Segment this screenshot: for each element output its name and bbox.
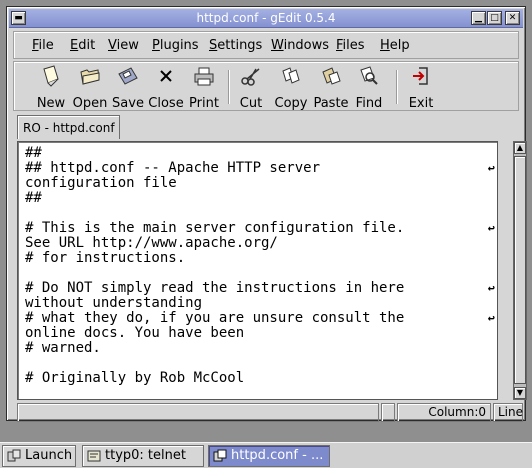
status-bar: Column:0 Line — [17, 403, 523, 423]
close-icon[interactable]: ✕ — [505, 11, 520, 25]
find-label: Find — [355, 96, 383, 111]
editor-content: ## ## httpd.conf -- Apache HTTP server c… — [25, 145, 405, 386]
taskbar-item-telnet[interactable]: ttyp0: telnet — [82, 445, 204, 467]
gedit-window: ▬ httpd.conf - gEdit 0.5.4 ▁ □ ✕ File Ed… — [6, 6, 527, 423]
cut-label: Cut — [239, 96, 263, 111]
title-bar[interactable]: ▬ httpd.conf - gEdit 0.5.4 ▁ □ ✕ — [9, 9, 523, 28]
new-label: New — [36, 96, 66, 111]
menu-files[interactable]: Files — [336, 38, 365, 53]
paste-icon — [322, 67, 341, 85]
line-wrap-icon: ↩ — [487, 311, 495, 325]
launch-button[interactable]: Launch — [2, 445, 76, 467]
print-label: Print — [189, 96, 219, 111]
document-tabs: RO - httpd.conf — [13, 113, 519, 139]
window-title: httpd.conf - gEdit 0.5.4 — [196, 11, 336, 25]
copy-icon — [282, 67, 300, 84]
gedit-window-icon — [213, 449, 227, 462]
telnet-label: ttyp0: telnet — [105, 448, 186, 463]
line-wrap-icon: ↩ — [487, 161, 495, 175]
paste-button[interactable]: Paste — [310, 64, 352, 111]
save-button[interactable]: Save — [110, 64, 146, 111]
find-magnifier-icon — [360, 66, 378, 85]
status-small — [381, 403, 395, 422]
text-editor[interactable]: ## ## httpd.conf -- Apache HTTP server c… — [17, 141, 498, 400]
floppy-disk-icon — [118, 67, 138, 85]
taskbar: Launch ttyp0: telnet httpd.conf - ... — [0, 442, 532, 468]
scroll-up-icon[interactable]: ▲ — [514, 142, 526, 154]
new-button[interactable]: New — [32, 64, 70, 111]
open-label: Open — [72, 96, 108, 111]
menu-plugins[interactable]: Plugins — [152, 38, 199, 53]
toolbar-separator — [228, 70, 230, 104]
menu-file[interactable]: File — [32, 38, 54, 53]
find-button[interactable]: Find — [352, 64, 386, 111]
line-indicator: Line — [493, 403, 523, 422]
menu-help[interactable]: Help — [380, 38, 410, 53]
save-label: Save — [112, 96, 144, 111]
taskbar-item-gedit[interactable]: httpd.conf - ... — [208, 445, 330, 467]
column-indicator: Column:0 — [397, 403, 491, 422]
tab-httpd-conf[interactable]: RO - httpd.conf — [17, 115, 120, 139]
minimize-icon[interactable]: ▁ — [471, 11, 486, 25]
menu-view[interactable]: View — [108, 38, 139, 53]
close-button[interactable]: Close — [146, 64, 186, 111]
maximize-icon[interactable]: □ — [487, 11, 502, 25]
status-message — [17, 403, 379, 422]
launch-icon — [7, 449, 21, 462]
cut-button[interactable]: Cut — [236, 64, 266, 111]
exit-door-icon — [413, 67, 428, 85]
new-file-icon — [43, 65, 59, 87]
copy-label: Copy — [274, 96, 308, 111]
scissors-icon — [241, 68, 260, 86]
open-folder-icon — [80, 69, 100, 85]
terminal-icon — [87, 450, 101, 462]
toolbar: New Open Save Close Print Cut Copy Paste… — [13, 61, 519, 111]
close-label: Close — [148, 96, 184, 111]
scroll-thumb[interactable] — [514, 156, 526, 384]
open-button[interactable]: Open — [70, 64, 110, 111]
vertical-scrollbar[interactable]: ▲ ▼ — [513, 141, 527, 400]
line-wrap-icon: ↩ — [487, 281, 495, 295]
menu-settings[interactable]: Settings — [209, 38, 262, 53]
close-x-icon — [160, 70, 172, 82]
exit-button[interactable]: Exit — [406, 64, 436, 111]
toolbar-separator — [396, 70, 398, 104]
scroll-down-icon[interactable]: ▼ — [514, 387, 526, 399]
launch-label: Launch — [25, 448, 73, 463]
print-button[interactable]: Print — [186, 64, 222, 111]
copy-button[interactable]: Copy — [272, 64, 310, 111]
menu-edit[interactable]: Edit — [70, 38, 95, 53]
printer-icon — [194, 67, 214, 86]
paste-label: Paste — [313, 96, 349, 111]
line-wrap-icon: ↩ — [487, 221, 495, 235]
menu-bar: File Edit View Plugins Settings Windows … — [13, 31, 519, 59]
gedit-label: httpd.conf - ... — [231, 448, 324, 463]
menu-windows[interactable]: Windows — [271, 38, 329, 53]
exit-label: Exit — [408, 96, 434, 111]
